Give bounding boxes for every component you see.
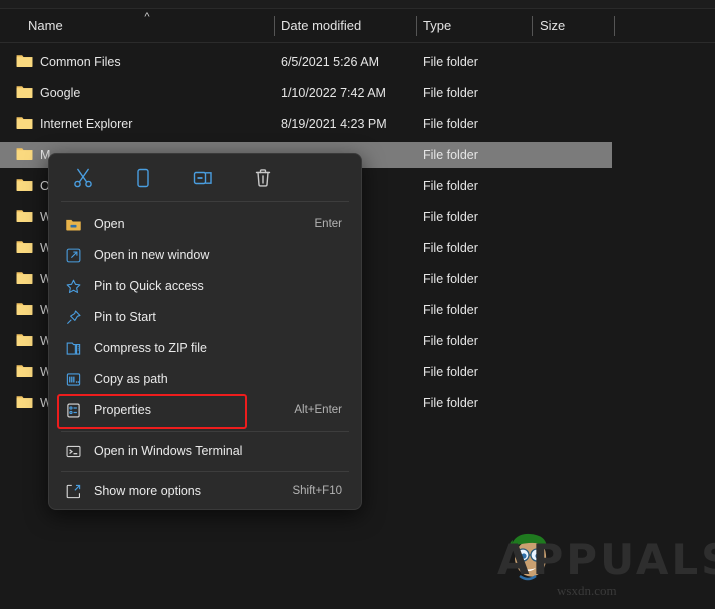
menu-item-open[interactable]: Open Enter xyxy=(53,209,357,240)
folder-icon xyxy=(16,240,33,254)
file-type: File folder xyxy=(423,272,478,286)
context-menu-separator xyxy=(61,431,349,432)
terminal-icon xyxy=(65,443,82,460)
pin-icon xyxy=(65,309,82,326)
folder-icon xyxy=(16,54,33,68)
rename-icon[interactable] xyxy=(191,166,215,190)
folder-icon xyxy=(16,271,33,285)
menu-item-shortcut: Enter xyxy=(314,218,343,230)
menu-item-shortcut: Shift+F10 xyxy=(292,485,342,497)
menu-item-label: Properties xyxy=(94,403,151,417)
column-header-size[interactable]: Size xyxy=(540,9,565,42)
file-type: File folder xyxy=(423,86,478,100)
folder-icon xyxy=(16,395,33,409)
menu-item-pin-to-start[interactable]: Pin to Start xyxy=(53,302,357,333)
watermark: APPUALS wsxdn.com xyxy=(497,525,715,598)
file-date-modified: 1/10/2022 7:42 AM xyxy=(281,86,386,100)
menu-item-label: Compress to ZIP file xyxy=(94,341,208,355)
table-row[interactable]: Google 1/10/2022 7:42 AM File folder xyxy=(0,80,715,106)
file-type: File folder xyxy=(423,210,478,224)
menu-item-label: Copy as path xyxy=(94,372,168,386)
menu-item-open-in-new-window[interactable]: Open in new window xyxy=(53,240,357,271)
context-menu-separator xyxy=(61,471,349,472)
file-type: File folder xyxy=(423,396,478,410)
menu-item-shortcut: Alt+Enter xyxy=(294,404,342,416)
menu-item-label: Open xyxy=(94,217,125,231)
menu-item-label: Open in Windows Terminal xyxy=(94,444,243,458)
file-date-modified: 8/19/2021 4:23 PM xyxy=(281,117,387,131)
watermark-site: wsxdn.com xyxy=(557,583,617,598)
file-type: File folder xyxy=(423,241,478,255)
star-icon xyxy=(65,278,82,295)
watermark-brand: APPUALS xyxy=(497,535,715,584)
sort-ascending-icon: ^ xyxy=(144,11,150,23)
menu-item-pin-to-quick-access[interactable]: Pin to Quick access xyxy=(53,271,357,302)
folder-icon xyxy=(16,302,33,316)
folder-icon xyxy=(16,85,33,99)
file-type: File folder xyxy=(423,365,478,379)
file-type: File folder xyxy=(423,334,478,348)
file-name: Google xyxy=(40,86,81,100)
file-type: File folder xyxy=(423,303,478,317)
folder-icon xyxy=(16,178,33,192)
menu-item-properties[interactable]: Properties Alt+Enter xyxy=(53,395,357,426)
menu-item-compress-to-zip-file[interactable]: Compress to ZIP file xyxy=(53,333,357,364)
column-divider[interactable] xyxy=(274,16,275,36)
file-date-modified: 6/5/2021 5:26 AM xyxy=(281,55,379,69)
column-header-type[interactable]: Type xyxy=(423,9,451,42)
folder-icon xyxy=(16,147,33,161)
more-options-icon xyxy=(65,483,82,500)
table-row[interactable]: Internet Explorer 8/19/2021 4:23 PM File f… xyxy=(0,111,715,137)
column-divider[interactable] xyxy=(614,16,615,36)
menu-item-show-more-options[interactable]: Show more options Shift+F10 xyxy=(53,476,357,507)
context-menu-separator xyxy=(61,201,349,202)
file-type: File folder xyxy=(423,117,478,131)
folder-icon xyxy=(16,333,33,347)
file-type: File folder xyxy=(423,148,478,162)
file-name: Common Files xyxy=(40,55,121,69)
cut-icon[interactable] xyxy=(71,166,95,190)
folder-icon xyxy=(16,364,33,378)
menu-item-label: Open in new window xyxy=(94,248,210,262)
zip-icon xyxy=(65,340,82,357)
delete-icon[interactable] xyxy=(251,166,275,190)
folder-open-icon xyxy=(65,216,82,233)
folder-icon xyxy=(16,116,33,130)
folder-icon xyxy=(16,209,33,223)
column-header-name[interactable]: Name xyxy=(28,9,63,42)
file-name: Internet Explorer xyxy=(40,117,133,131)
window-top-strip xyxy=(0,0,715,9)
copy-icon[interactable] xyxy=(131,166,155,190)
column-divider[interactable] xyxy=(532,16,533,36)
menu-item-label: Pin to Quick access xyxy=(94,279,204,293)
menu-item-label: Show more options xyxy=(94,484,202,498)
context-menu-toolbar[interactable] xyxy=(49,154,361,201)
column-header-date-modified[interactable]: Date modified xyxy=(281,9,361,42)
file-type: File folder xyxy=(423,55,478,69)
properties-icon xyxy=(65,402,82,419)
new-window-icon xyxy=(65,247,82,264)
file-explorer-window: Name Date modified Type Size ^ Common Files 6… xyxy=(0,0,715,609)
copy-path-icon xyxy=(65,371,82,388)
table-row[interactable]: Common Files 6/5/2021 5:26 AM File folder xyxy=(0,49,715,75)
file-type: File folder xyxy=(423,179,478,193)
menu-item-copy-as-path[interactable]: Copy as path xyxy=(53,364,357,395)
menu-item-open-in-windows-terminal[interactable]: Open in Windows Terminal xyxy=(53,436,357,467)
menu-item-label: Pin to Start xyxy=(94,310,156,324)
column-divider[interactable] xyxy=(416,16,417,36)
context-menu[interactable]: Open Enter Open in new window Pin to Quick … xyxy=(48,153,362,510)
